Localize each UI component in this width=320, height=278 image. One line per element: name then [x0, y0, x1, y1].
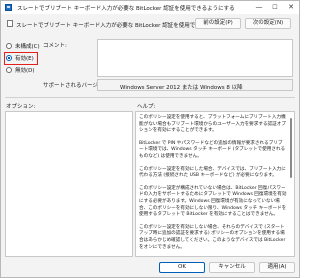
supported-on-field: Windows Server 2012 または Windows 8 以降	[97, 79, 293, 91]
help-paragraph: このポリシー設定を有効にしない場合、それらのデバイスで (スタートアップ時に追加…	[139, 224, 286, 250]
policy-setting-icon	[5, 4, 12, 11]
next-setting-button[interactable]: 次の設定(N)	[245, 18, 291, 29]
help-panel[interactable]: このポリシー設定を使用すると、プラットフォームにブリブート入力機能がない場合もブ…	[135, 111, 295, 257]
help-label: ヘルプ:	[137, 104, 156, 110]
cancel-button[interactable]: キャンセル	[209, 262, 255, 273]
ok-button[interactable]: OK	[159, 262, 205, 273]
help-text: このポリシー設定を使用すると、プラットフォームにブリブート入力機能がない場合もブ…	[139, 115, 287, 256]
options-panel	[5, 111, 133, 257]
radio-not-configured-icon[interactable]	[6, 43, 12, 49]
maximize-icon[interactable]: ☐	[267, 1, 283, 14]
radio-disabled[interactable]: 無効(D)	[6, 66, 35, 75]
minimize-icon[interactable]: —	[251, 1, 267, 14]
help-paragraph: このポリシー設定を有効にした場合、デバイスでは、ブリブート入力に代わる方法 (接…	[139, 166, 286, 179]
title-bar[interactable]: スレートでブリブート キーボード入力が必要な BitLocker 認証を使用でき…	[1, 1, 299, 14]
options-label: オプション:	[6, 104, 36, 110]
radio-disabled-label: 無効(D)	[15, 68, 35, 74]
policy-document-icon	[7, 20, 13, 27]
enabled-highlight-annotation	[4, 52, 38, 65]
help-scrollbar[interactable]	[289, 114, 293, 254]
radio-not-configured[interactable]: 未構成(C)	[6, 42, 40, 51]
help-paragraph: BitLocker で PIN やパスワードなどの追加の情報が要求されるブリブー…	[139, 140, 286, 159]
apply-button[interactable]: 適用(A)	[259, 262, 295, 273]
comment-label: コメント:	[43, 43, 67, 49]
policy-dialog-window: スレートでブリブート キーボード入力が必要な BitLocker 認証を使用でき…	[0, 0, 300, 278]
radio-not-configured-label: 未構成(C)	[15, 44, 40, 50]
comment-textarea[interactable]	[97, 39, 293, 77]
radio-disabled-icon[interactable]	[6, 67, 12, 73]
supported-on-value: Windows Server 2012 または Windows 8 以降	[120, 85, 243, 91]
previous-setting-button[interactable]: 前の設定(P)	[195, 18, 241, 29]
close-icon[interactable]: ✕	[283, 1, 299, 14]
help-paragraph: このポリシー設定が構成されていない場合は、BitLocker 回復パスワードの入…	[139, 185, 287, 218]
help-paragraph: このポリシー設定を使用すると、プラットフォームにブリブート入力機能がない場合もブ…	[139, 115, 286, 134]
section-divider	[5, 97, 295, 98]
help-scrollbar-thumb[interactable]	[290, 118, 292, 178]
window-title: スレートでブリブート キーボード入力が必要な BitLocker 認証を使用でき…	[17, 6, 235, 12]
